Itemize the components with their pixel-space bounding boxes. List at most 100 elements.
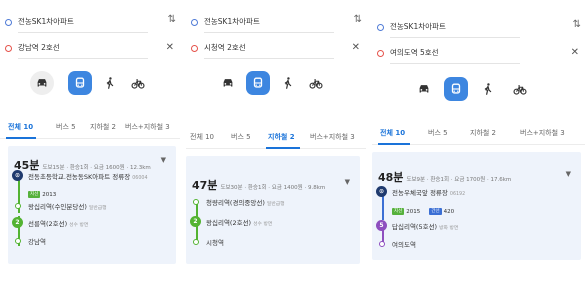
station-ring-icon: [193, 199, 199, 205]
route-panel-1: 전농SK1차아파트 ⇅ 강남역 2호선 ✕ 전체 10 버스 5 지하철 2 버…: [0, 0, 180, 284]
clear-icon[interactable]: ✕: [571, 47, 579, 59]
bus-number: 2013: [42, 191, 57, 198]
walk-icon: [484, 83, 492, 95]
route-tabs: 전체 10 버스 5 지하철 2 버스+지하철 3: [372, 124, 585, 145]
active-tab-indicator: [378, 143, 410, 145]
bike-icon: [131, 79, 145, 89]
clear-icon[interactable]: ✕: [352, 42, 360, 54]
route-tabs: 전체 10 버스 5 지하철 2 버스+지하철 3: [0, 118, 180, 139]
origin-field[interactable]: 전농SK1차아파트 ⇅: [0, 13, 180, 33]
tab-bus[interactable]: 버스 5: [428, 128, 448, 138]
stop-sub: 일반급행: [88, 206, 107, 211]
bus-type-chip: 지선: [28, 191, 41, 198]
bus-chip-row: 지선 2015 간선 420: [392, 201, 454, 215]
stop-name: 청량리역(경의중앙선): [206, 199, 265, 207]
destination-field[interactable]: 여의도역 5호선 ✕: [372, 44, 585, 64]
car-mode-button[interactable]: [216, 71, 240, 95]
tab-bus[interactable]: 버스 5: [56, 122, 76, 132]
tab-bus-subway[interactable]: 버스+지하철 3: [310, 132, 355, 142]
route-meta: 도보30분 · 환승1회 · 요금 1400원 · 9.8km: [220, 185, 326, 191]
route-panel-2: 전농SK1차아파트 ⇅ 시청역 2호선 ✕ 전체 10 버스 5 지하철 2 버…: [186, 0, 366, 284]
stop-sub: 방화 방면: [439, 226, 459, 231]
origin-field[interactable]: 전농SK1차아파트 ⇅: [372, 18, 585, 38]
car-mode-button[interactable]: [412, 77, 436, 101]
tab-bus-subway[interactable]: 버스+지하철 3: [125, 122, 170, 132]
swap-icon[interactable]: ⇅: [354, 14, 362, 26]
active-tab-indicator: [266, 147, 300, 149]
tab-subway[interactable]: 지하철 2: [470, 128, 496, 138]
tab-all[interactable]: 전체 10: [8, 122, 33, 132]
transport-mode-selector: [216, 71, 346, 97]
bike-icon: [309, 79, 323, 89]
tab-all[interactable]: 전체 10: [190, 132, 214, 142]
station-ring-icon: [15, 203, 21, 209]
clear-icon[interactable]: ✕: [166, 42, 174, 54]
bus-icon: [253, 77, 263, 88]
walk-mode-button[interactable]: [98, 71, 122, 95]
line-2-badge: 2: [12, 217, 23, 228]
destination-field[interactable]: 강남역 2호선 ✕: [0, 39, 180, 59]
route-duration: 47분: [192, 179, 218, 192]
destination-dot-icon: [377, 50, 384, 57]
route-summary: 47분 도보30분 · 환승1회 · 요금 1400원 · 9.8km: [192, 174, 325, 193]
station-ring-icon: [193, 239, 199, 245]
walk-mode-button[interactable]: [276, 71, 300, 95]
route-card[interactable]: 47분 도보30분 · 환승1회 · 요금 1400원 · 9.8km ▼ 청량리…: [186, 156, 360, 264]
bus-stop-icon: ⊙: [376, 186, 387, 197]
expand-chevron-icon[interactable]: ▼: [345, 178, 350, 186]
transit-mode-button[interactable]: [444, 77, 468, 101]
tab-all[interactable]: 전체 10: [380, 128, 405, 138]
bus-type-chip: 간선: [429, 208, 442, 215]
stop-name: 왕십리역(수인분당선): [28, 203, 87, 211]
bus-icon: [451, 83, 461, 94]
expand-chevron-icon[interactable]: ▼: [161, 156, 166, 164]
route-summary: 48분 도보9분 · 환승1회 · 요금 1700원 · 17.6km: [378, 166, 511, 185]
stop-sub: 06004: [132, 176, 148, 181]
bike-mode-button[interactable]: [126, 71, 150, 95]
stop-name: 여의도역: [392, 241, 416, 249]
tab-subway[interactable]: 지하철 2: [268, 132, 295, 142]
bus-icon: [75, 77, 85, 88]
tab-bus[interactable]: 버스 5: [231, 132, 251, 142]
bus-number: 2015: [406, 208, 421, 215]
station-ring-icon: [379, 241, 385, 247]
stop-name: 선릉역(2호선): [28, 220, 68, 228]
walk-mode-button[interactable]: [476, 77, 500, 101]
route-duration: 48분: [378, 171, 404, 184]
swap-icon[interactable]: ⇅: [168, 14, 176, 26]
destination-field[interactable]: 시청역 2호선 ✕: [186, 39, 366, 59]
line-5-badge: 5: [376, 220, 387, 231]
origin-field[interactable]: 전농SK1차아파트 ⇅: [186, 13, 366, 33]
destination-dot-icon: [5, 45, 12, 52]
transport-mode-selector: [30, 71, 160, 97]
station-ring-icon: [15, 238, 21, 244]
bus-type-chip: 지선: [392, 208, 405, 215]
car-mode-button[interactable]: [30, 71, 54, 95]
stop-name: 답십리역(5호선): [392, 223, 438, 231]
walk-icon: [106, 77, 114, 89]
bike-mode-button[interactable]: [304, 71, 328, 95]
stop-sub: 성수 방면: [69, 223, 89, 228]
stop-name: 시청역: [206, 239, 224, 247]
car-icon: [419, 85, 429, 93]
stop-sub: 06192: [449, 192, 466, 197]
tab-bus-subway[interactable]: 버스+지하철 3: [520, 128, 565, 138]
destination-text: 강남역 2호선: [18, 41, 148, 59]
bus-chip-row: 지선 2013: [28, 184, 56, 198]
route-card[interactable]: 48분 도보9분 · 환승1회 · 요금 1700원 · 17.6km ▼ ⊙ 전…: [372, 152, 581, 260]
bike-mode-button[interactable]: [508, 77, 532, 101]
origin-text: 전농SK1차아파트: [18, 15, 148, 33]
bike-icon: [513, 85, 527, 95]
swap-icon[interactable]: ⇅: [573, 19, 581, 31]
car-icon: [223, 79, 233, 87]
expand-chevron-icon[interactable]: ▼: [566, 170, 571, 178]
route-card[interactable]: 45분 도보15분 · 환승1회 · 요금 1600원 · 12.3km ▼ ⊙ …: [8, 146, 176, 264]
walk-icon: [284, 77, 292, 89]
transit-mode-button[interactable]: [246, 71, 270, 95]
stop-name: 왕십리역(2호선): [206, 219, 252, 227]
active-tab-indicator: [6, 137, 36, 139]
transit-mode-button[interactable]: [68, 71, 92, 95]
origin-dot-icon: [5, 19, 12, 26]
tab-subway[interactable]: 지하철 2: [90, 122, 116, 132]
line-2-badge: 2: [190, 216, 201, 227]
